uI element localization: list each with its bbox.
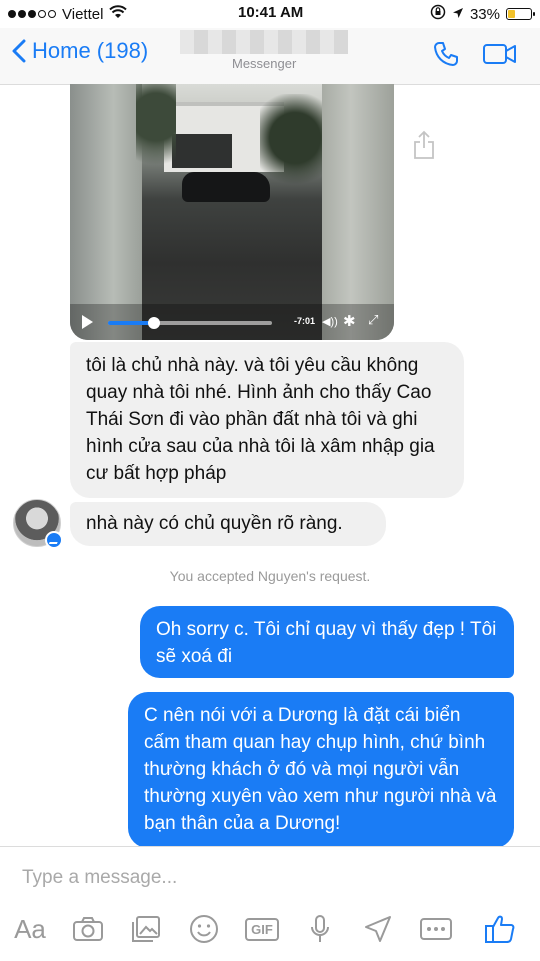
contact-name-redacted [180, 30, 348, 54]
battery-level-fill [508, 10, 515, 18]
message-bubble-outgoing[interactable]: C nên nói với a Dương là đặt cái biển cấ… [128, 692, 514, 846]
share-icon[interactable] [412, 130, 436, 165]
carrier-name: Viettel [62, 5, 104, 23]
composer: Type a message... Aa GIF [0, 846, 540, 961]
video-blur-right [322, 84, 394, 340]
signal-strength-icon [8, 10, 56, 18]
conversation-header: Home (198) Messenger [0, 28, 540, 85]
video-tree-right [260, 94, 330, 204]
status-bar: Viettel 10:41 AM 33% [0, 0, 540, 28]
chevron-left-icon [12, 39, 26, 63]
video-time-remaining: -7:01 [294, 316, 316, 326]
video-car [182, 172, 270, 202]
gif-label: GIF [245, 917, 279, 941]
more-icon[interactable] [416, 911, 456, 947]
sticker-icon[interactable] [186, 911, 222, 947]
nav-subtitle: Messenger [232, 56, 297, 71]
battery-percent: 33% [469, 5, 500, 23]
video-call-icon[interactable] [482, 40, 518, 73]
header-actions [432, 40, 518, 73]
composer-toolbar: Aa GIF [0, 911, 540, 951]
message-list[interactable]: -7:01 ◀)) ✱ ⤢ tôi là chủ nhà này. và tôi… [0, 84, 540, 846]
thumbs-up-icon[interactable] [480, 911, 520, 947]
wifi-icon [109, 5, 128, 23]
settings-gear-icon[interactable]: ✱ [343, 312, 356, 330]
battery-icon [506, 8, 535, 20]
back-button[interactable]: Home (198) [12, 38, 148, 64]
gallery-icon[interactable] [128, 911, 164, 947]
video-tree-left [136, 84, 176, 194]
rotation-lock-icon [430, 4, 446, 24]
phone-icon[interactable] [432, 40, 460, 73]
camera-icon[interactable] [70, 911, 106, 947]
messenger-badge-icon [45, 531, 63, 549]
play-icon[interactable] [82, 315, 93, 329]
fullscreen-icon[interactable]: ⤢ [368, 312, 378, 328]
video-progress-bar[interactable] [108, 317, 272, 329]
video-scrubber-handle[interactable] [147, 317, 160, 329]
system-message: You accepted Nguyen's request. [169, 568, 371, 584]
video-message[interactable]: -7:01 ◀)) ✱ ⤢ [70, 84, 394, 340]
status-time: 10:41 AM [238, 4, 304, 21]
video-blur-left [70, 84, 142, 340]
microphone-icon[interactable] [302, 911, 338, 947]
location-icon[interactable] [360, 911, 396, 947]
message-bubble-outgoing[interactable]: Oh sorry c. Tôi chỉ quay vì thấy đẹp ! T… [140, 606, 514, 678]
video-controls: -7:01 ◀)) ✱ ⤢ [70, 304, 394, 340]
location-arrow-icon [452, 6, 464, 23]
back-button-label: Home (198) [32, 38, 149, 63]
video-doorway [172, 134, 232, 168]
message-bubble-incoming[interactable]: nhà này có chủ quyền rõ ràng. [70, 502, 386, 546]
volume-icon[interactable]: ◀)) [322, 315, 338, 328]
status-right-group: 33% [430, 4, 535, 24]
message-input[interactable]: Type a message... [22, 867, 177, 889]
gif-icon[interactable]: GIF [244, 911, 280, 947]
signal-carrier-group: Viettel [8, 5, 128, 23]
video-frame [136, 84, 330, 340]
message-bubble-incoming[interactable]: tôi là chủ nhà này. và tôi yêu cầu không… [70, 342, 464, 498]
text-format-button[interactable]: Aa [12, 911, 48, 947]
